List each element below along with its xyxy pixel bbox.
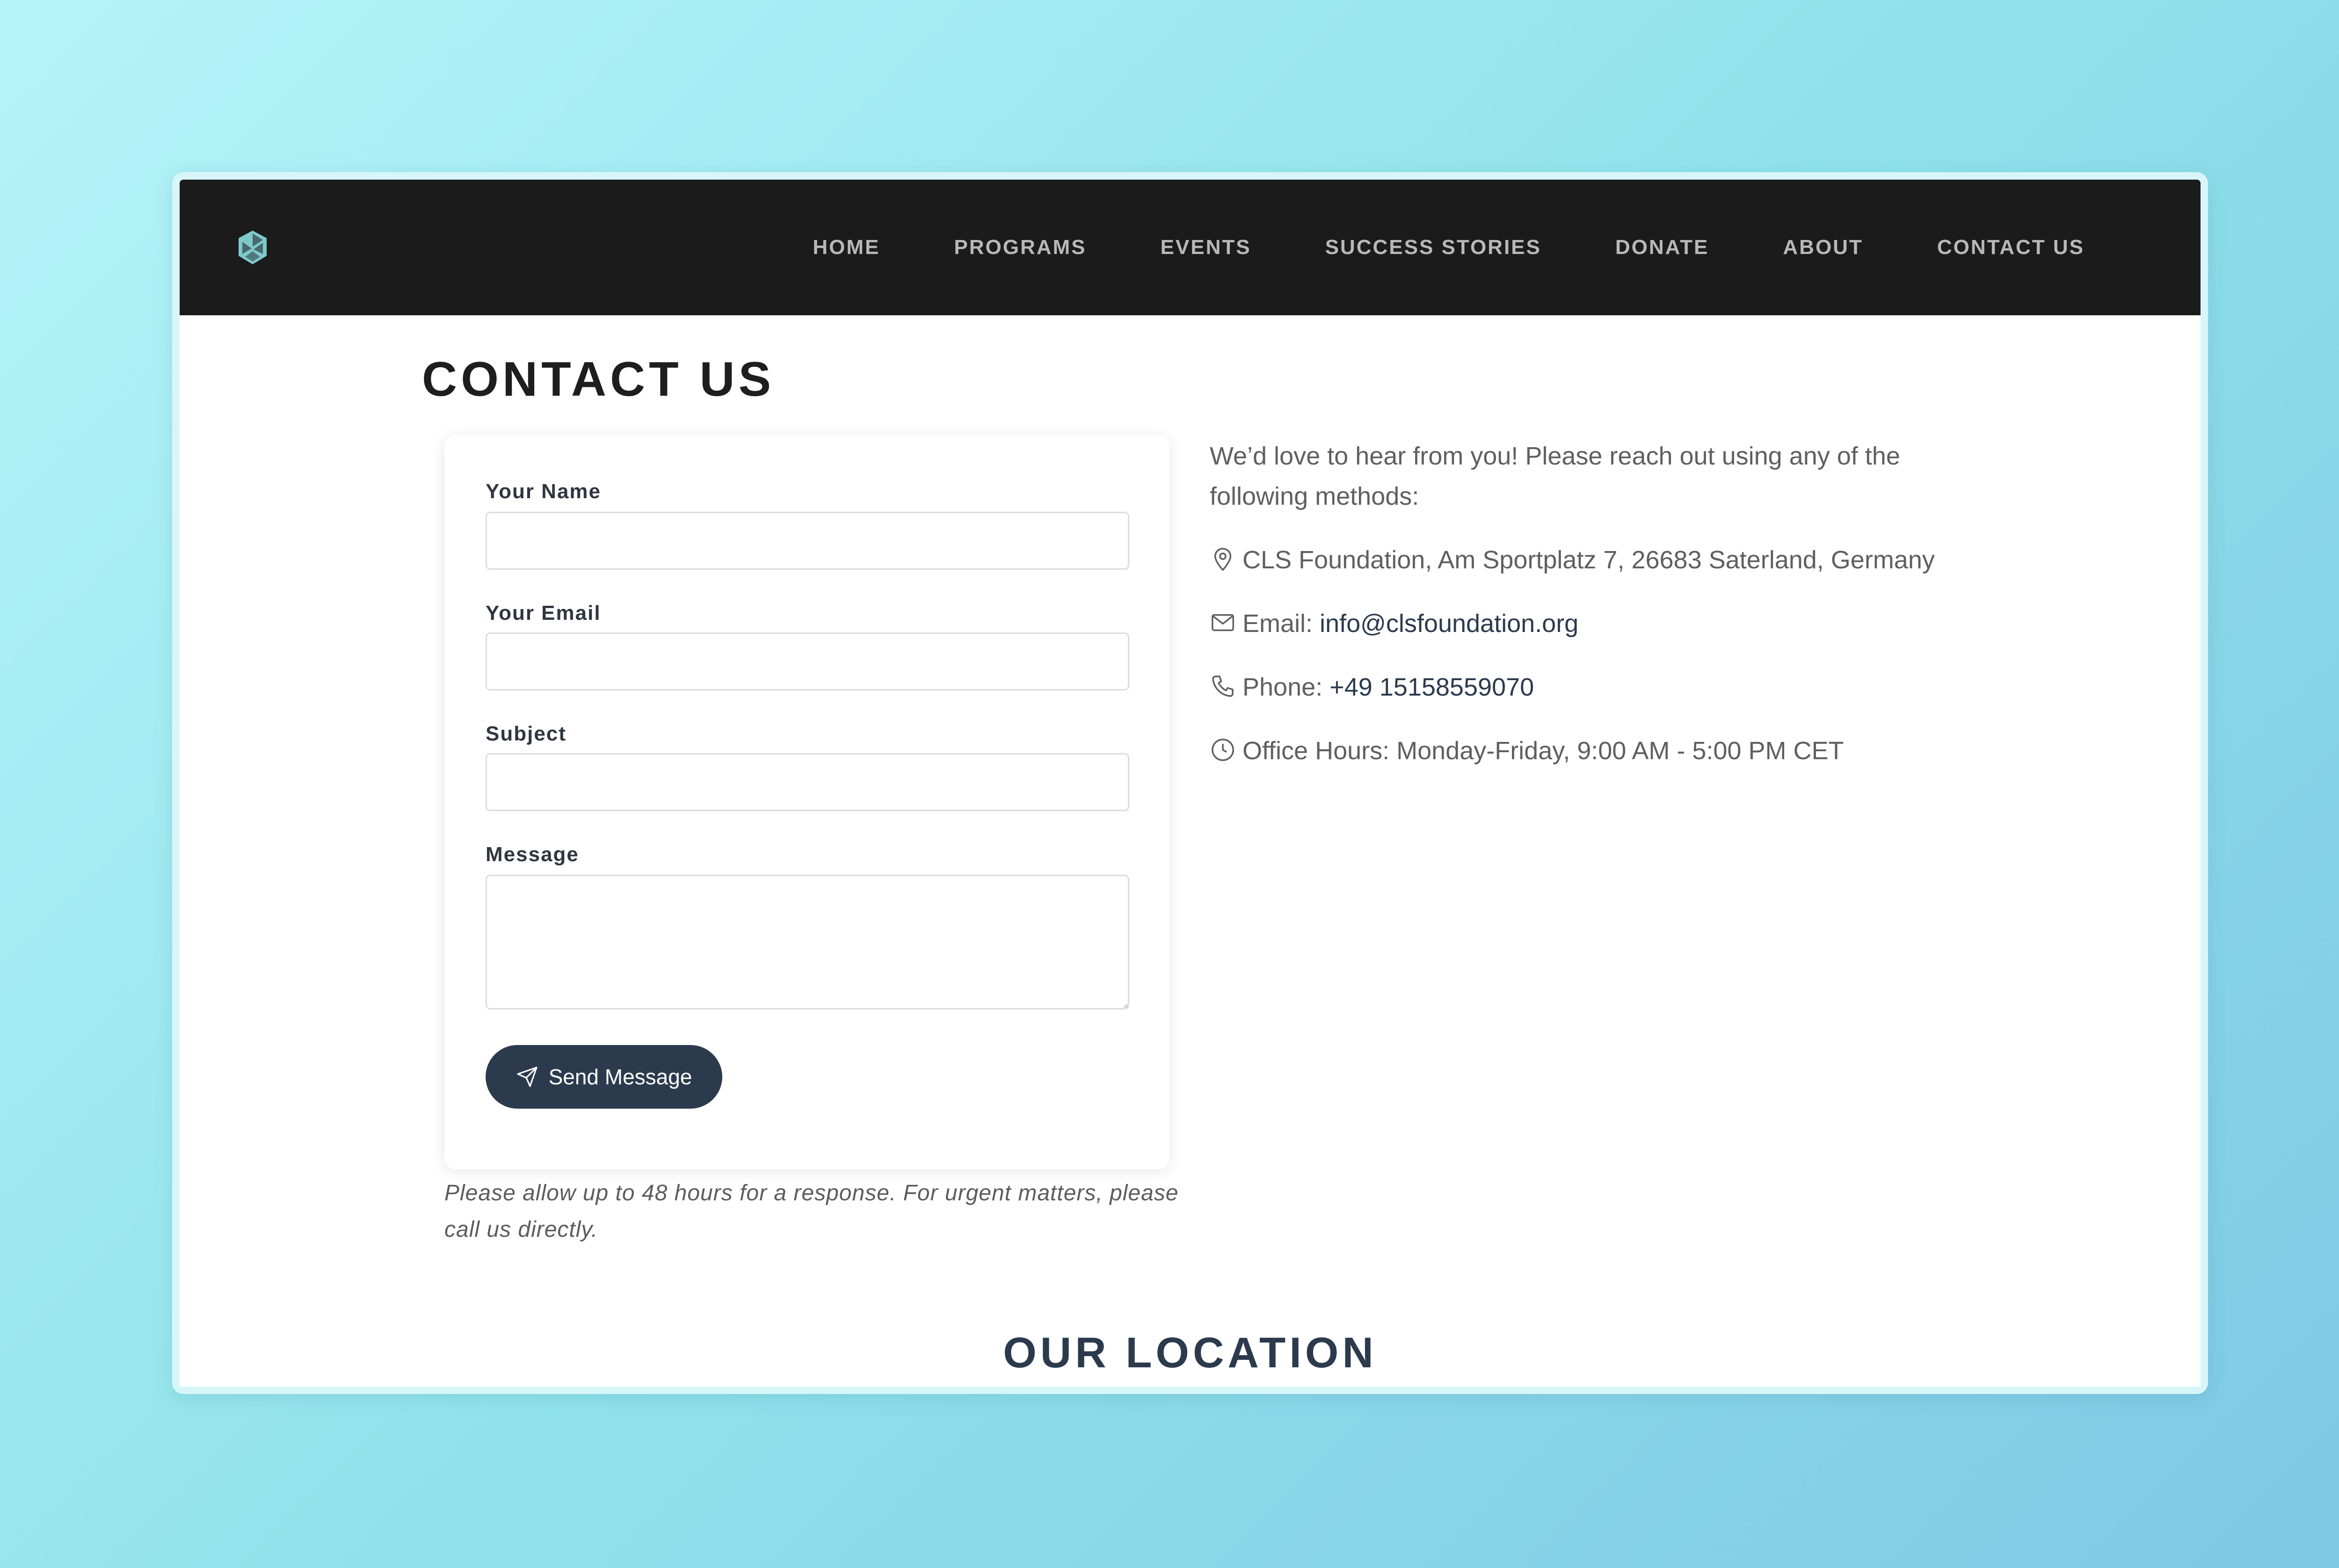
email-row: Email: info@clsfoundation.org: [1210, 603, 1939, 644]
phone-row: Phone: +49 15158559070: [1210, 667, 1939, 707]
page-title: CONTACT US: [422, 352, 775, 407]
office-hours-text: Office Hours: Monday-Friday, 9:00 AM - 5…: [1242, 737, 1844, 765]
email-input[interactable]: [486, 632, 1129, 690]
phone-prefix: Phone:: [1242, 673, 1330, 701]
nav-item-success-stories[interactable]: SUCCESS STORIES: [1325, 236, 1541, 259]
nav-item-donate[interactable]: DONATE: [1615, 236, 1709, 259]
nav-item-about[interactable]: ABOUT: [1783, 236, 1863, 259]
phone-link[interactable]: +49 15158559070: [1329, 673, 1534, 701]
subject-label: Subject: [486, 722, 567, 745]
email-label: Your Email: [486, 602, 601, 624]
browser-frame: HOME PROGRAMS EVENTS SUCCESS STORIES DON…: [172, 172, 2208, 1394]
clock-icon: [1212, 739, 1234, 761]
name-label: Your Name: [486, 480, 602, 503]
response-note: Please allow up to 48 hours for a respon…: [444, 1181, 1179, 1242]
main-nav: HOME PROGRAMS EVENTS SUCCESS STORIES DON…: [739, 180, 2085, 315]
message-label: Message: [486, 843, 579, 866]
phone-icon: [1212, 675, 1234, 697]
navbar: HOME PROGRAMS EVENTS SUCCESS STORIES DON…: [180, 180, 2201, 315]
nav-item-programs[interactable]: PROGRAMS: [954, 236, 1086, 259]
clover-logo-icon[interactable]: [234, 229, 271, 266]
page-window: HOME PROGRAMS EVENTS SUCCESS STORIES DON…: [180, 180, 2201, 1387]
map-pin-icon: [1214, 548, 1232, 571]
message-textarea[interactable]: [486, 875, 1129, 1009]
subject-input[interactable]: [486, 753, 1129, 811]
email-prefix: Email:: [1242, 610, 1320, 638]
contact-intro: We’d love to hear from you! Please reach…: [1210, 442, 1900, 510]
location-section-title: OUR LOCATION: [1003, 1329, 1377, 1377]
name-input[interactable]: [486, 512, 1129, 570]
nav-item-events[interactable]: EVENTS: [1161, 236, 1251, 259]
send-message-button[interactable]: Send Message: [486, 1045, 722, 1109]
envelope-icon: [1212, 614, 1234, 632]
hours-row: Office Hours: Monday-Friday, 9:00 AM - 5…: [1210, 731, 1939, 771]
send-icon: [516, 1067, 538, 1087]
address-text: CLS Foundation, Am Sportplatz 7, 26683 S…: [1242, 546, 1935, 574]
email-link[interactable]: info@clsfoundation.org: [1320, 610, 1578, 638]
address-row: CLS Foundation, Am Sportplatz 7, 26683 S…: [1210, 540, 1939, 580]
contact-info: We’d love to hear from you! Please reach…: [1210, 436, 1939, 794]
nav-item-contact-us[interactable]: CONTACT US: [1937, 236, 2085, 259]
nav-item-home[interactable]: HOME: [813, 236, 880, 259]
send-message-label: Send Message: [548, 1065, 692, 1089]
contact-form: Your Name Your Email Subject Message Sen…: [444, 435, 1170, 1169]
